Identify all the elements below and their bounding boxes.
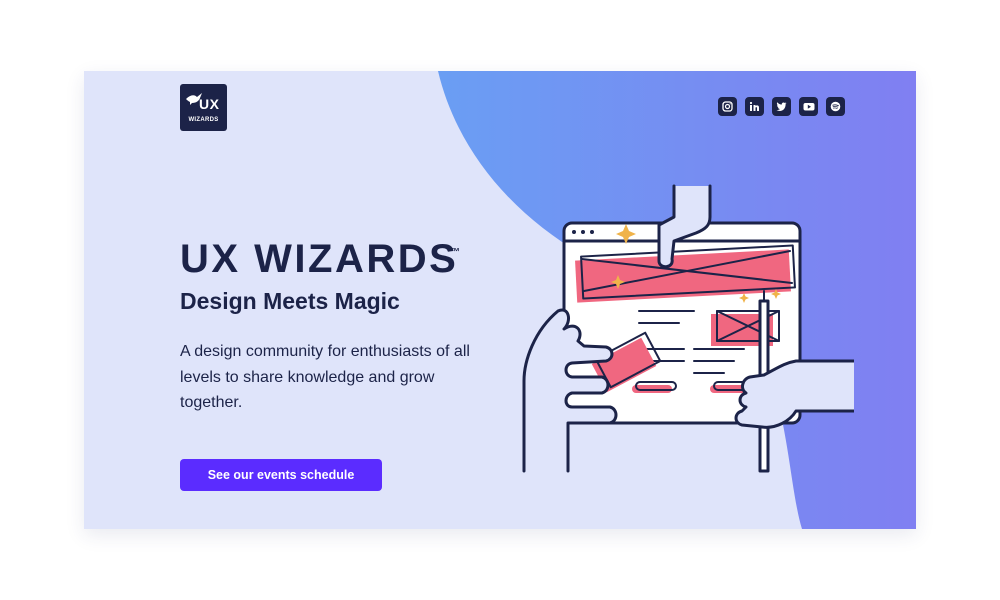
hero-subtitle: Design Meets Magic [180,288,400,314]
hero-title: UX WIZARDS [180,237,459,281]
logo-text: UX [199,96,220,112]
hero-banner: UX WIZARDS UX WIZARDS ™ Design Meets Mag… [84,71,916,529]
trademark-symbol: ™ [450,247,460,258]
social-links [718,97,845,116]
events-schedule-button[interactable]: See our events schedule [180,459,382,491]
hero-description: A design community for enthusiasts of al… [180,343,470,411]
linkedin-icon[interactable] [745,97,764,116]
twitter-icon[interactable] [772,97,791,116]
instagram-icon[interactable] [718,97,737,116]
wireframe-illustration [522,184,854,473]
logo-subtext: WIZARDS [188,117,219,123]
youtube-icon[interactable] [799,97,818,116]
brand-logo[interactable]: UX WIZARDS [180,84,227,131]
spotify-icon[interactable] [826,97,845,116]
